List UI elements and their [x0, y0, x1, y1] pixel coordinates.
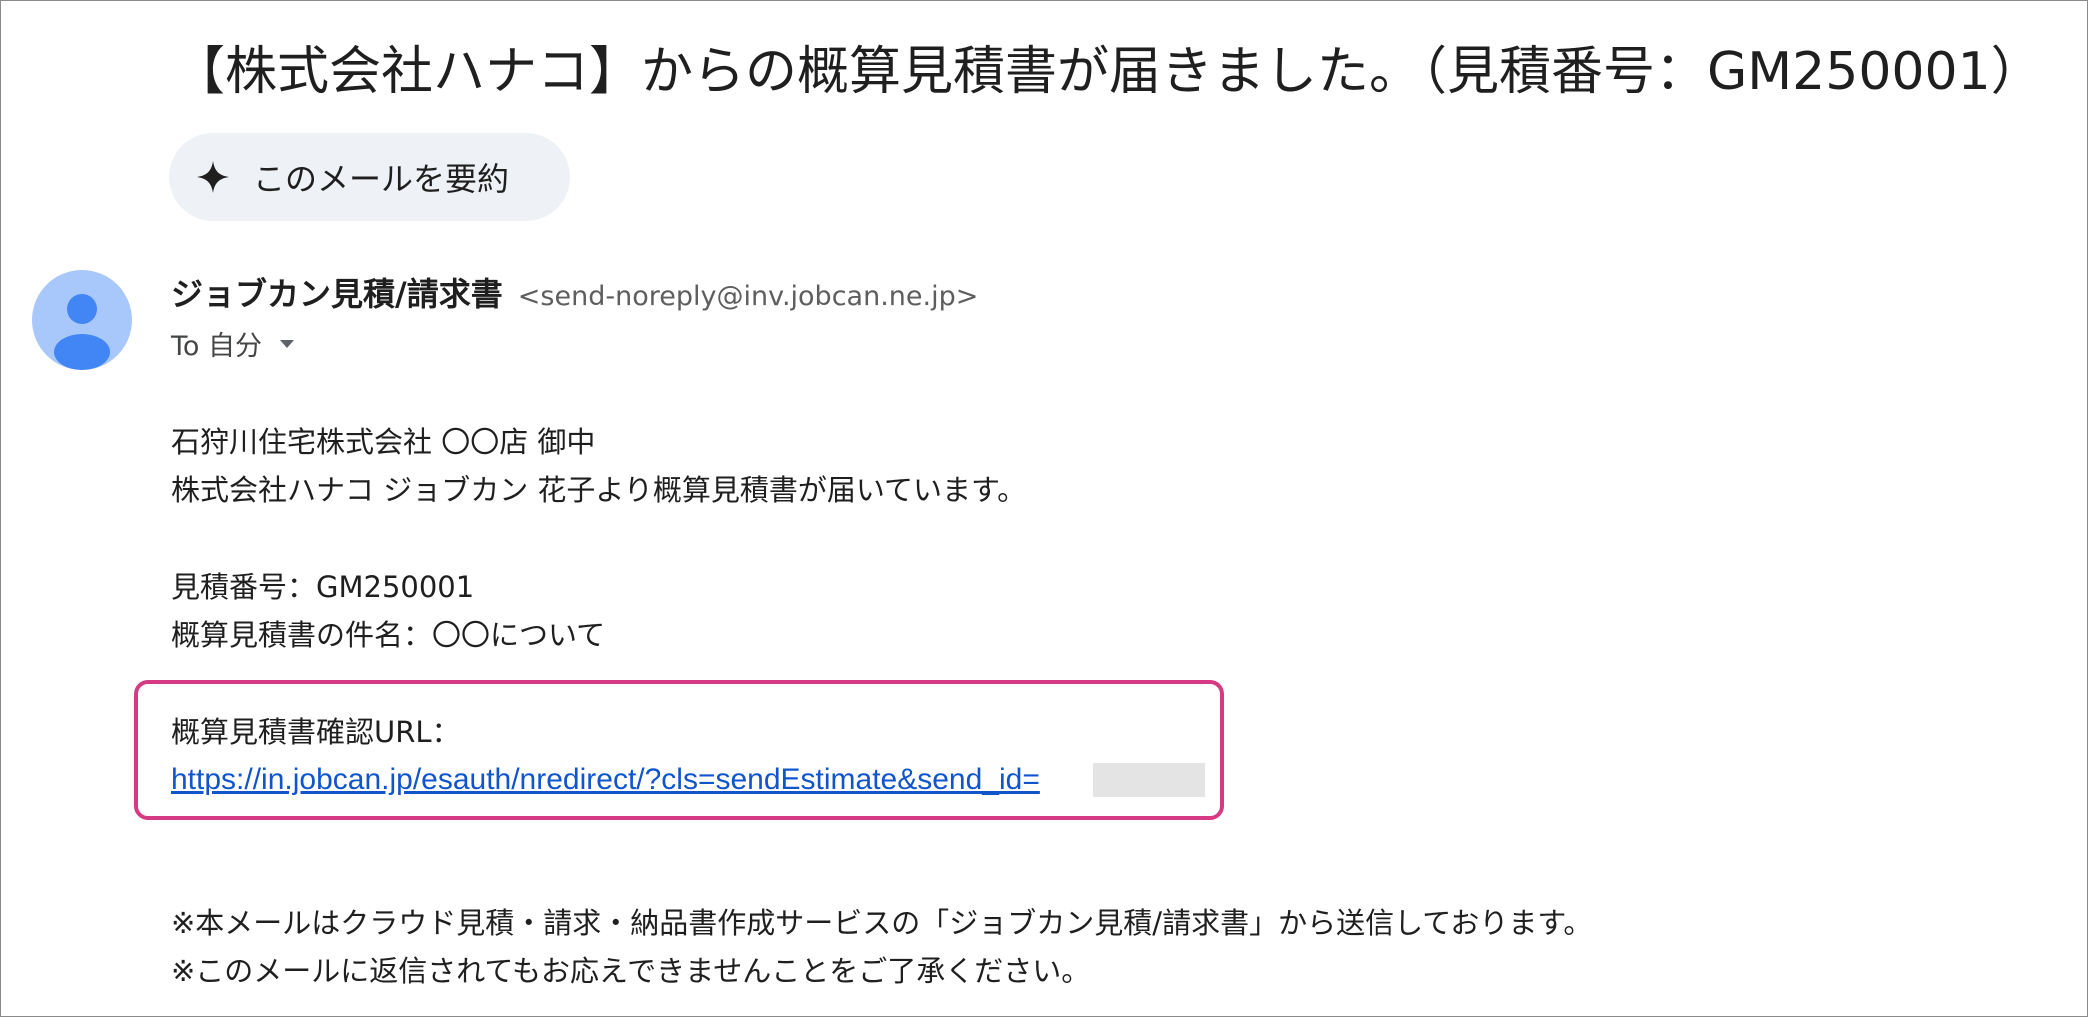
recipients-label: To 自分	[171, 331, 263, 362]
sender-email: <send-noreply@inv.jobcan.ne.jp>	[517, 281, 979, 312]
dropdown-arrow-icon	[280, 339, 295, 348]
estimate-url-link[interactable]: https://in.jobcan.jp/esauth/nredirect/?c…	[171, 758, 1040, 802]
sparkle-icon	[197, 161, 229, 193]
sender-avatar[interactable]	[32, 270, 132, 370]
recipients-toggle[interactable]: To 自分	[171, 324, 298, 363]
email-view: 【株式会社ハナコ】からの概算見積書が届きました。（見積番号：GM250001） …	[0, 0, 2088, 1017]
default-person-icon	[54, 294, 110, 370]
body-estimate-number: 見積番号：GM250001	[171, 570, 475, 604]
body-url-label: 概算見積書確認URL：	[171, 715, 461, 749]
summarize-button-label: このメールを要約	[253, 160, 510, 198]
body-estimate-subject: 概算見積書の件名：〇〇について	[171, 618, 606, 652]
summarize-email-button[interactable]: このメールを要約	[169, 133, 570, 221]
redacted-send-id	[1093, 763, 1205, 797]
body-footer-noreply: ※このメールに返信されてもお応えできませんことをご了承ください。	[171, 954, 1091, 988]
body-addressee: 石狩川住宅株式会社 〇〇店 御中	[171, 425, 596, 459]
sender-name[interactable]: ジョブカン見積/請求書	[171, 275, 503, 313]
body-intro: 株式会社ハナコ ジョブカン 花子より概算見積書が届いています。	[171, 473, 1027, 507]
email-subject: 【株式会社ハナコ】からの概算見積書が届きました。（見積番号：GM250001）	[173, 42, 2043, 102]
body-footer-notice: ※本メールはクラウド見積・請求・納品書作成サービスの「ジョブカン見積/請求書」か…	[171, 906, 1593, 940]
sender-info: ジョブカン見積/請求書 <send-noreply@inv.jobcan.ne.…	[171, 271, 978, 323]
